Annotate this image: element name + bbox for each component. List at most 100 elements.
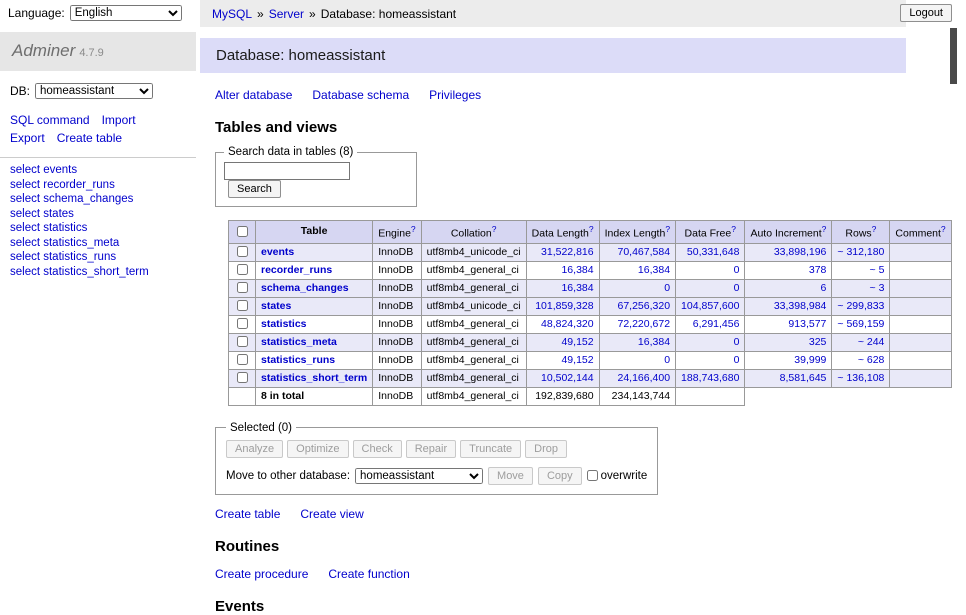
search-button[interactable]: Search <box>228 180 281 198</box>
table-link-recorder_runs[interactable]: recorder_runs <box>261 264 332 276</box>
index-length-link-statistics_short_term[interactable]: 24,166,400 <box>617 372 670 384</box>
auto-increment-link-recorder_runs[interactable]: 378 <box>809 264 827 276</box>
sidebar-link-select-statistics[interactable]: select statistics <box>10 222 87 234</box>
data-free-link-statistics_meta[interactable]: 0 <box>734 336 740 348</box>
optimize-button[interactable]: Optimize <box>287 440 348 458</box>
sidebar-create-table-link[interactable]: Create table <box>57 131 122 145</box>
select-all-checkbox[interactable] <box>237 226 248 237</box>
table-link-statistics[interactable]: statistics <box>261 318 307 330</box>
truncate-button[interactable]: Truncate <box>460 440 521 458</box>
db-select[interactable]: homeassistant <box>35 83 153 99</box>
row-checkbox-schema_changes[interactable] <box>237 282 248 293</box>
sidebar-link-select-schema-changes[interactable]: select schema_changes <box>10 193 133 205</box>
repair-button[interactable]: Repair <box>406 440 456 458</box>
index-length-link-recorder_runs[interactable]: 16,384 <box>638 264 670 276</box>
privileges-link[interactable]: Privileges <box>429 88 481 102</box>
table-link-states[interactable]: states <box>261 300 291 312</box>
data-length-link-statistics_meta[interactable]: 49,152 <box>561 336 593 348</box>
logout-button[interactable]: Logout <box>900 4 952 22</box>
data-free-link-statistics_runs[interactable]: 0 <box>734 354 740 366</box>
row-checkbox-recorder_runs[interactable] <box>237 264 248 275</box>
alter-database-link[interactable]: Alter database <box>215 88 292 102</box>
table-link-statistics_short_term[interactable]: statistics_short_term <box>261 372 367 384</box>
data-length-link-statistics_short_term[interactable]: 10,502,144 <box>541 372 594 384</box>
create-view-link[interactable]: Create view <box>300 507 363 521</box>
move-button[interactable]: Move <box>488 467 533 485</box>
table-link-events[interactable]: events <box>261 246 294 258</box>
move-db-select[interactable]: homeassistant <box>355 468 483 484</box>
create-procedure-link[interactable]: Create procedure <box>215 567 308 581</box>
sql-command-link[interactable]: SQL command <box>10 113 90 127</box>
row-checkbox-statistics_meta[interactable] <box>237 336 248 347</box>
adminer-logo-link[interactable]: Adminer <box>12 41 75 60</box>
rows-link-statistics_runs[interactable]: ~ 628 <box>858 354 885 366</box>
overwrite-checkbox[interactable] <box>587 470 598 481</box>
index-length-link-schema_changes[interactable]: 0 <box>664 282 670 294</box>
index-length-link-statistics[interactable]: 72,220,672 <box>617 318 670 330</box>
export-link[interactable]: Export <box>10 131 45 145</box>
rows-link-statistics_meta[interactable]: ~ 244 <box>858 336 885 348</box>
analyze-button[interactable]: Analyze <box>226 440 283 458</box>
row-checkbox-statistics[interactable] <box>237 318 248 329</box>
rows-link-recorder_runs[interactable]: ~ 5 <box>870 264 885 276</box>
data-free-link-recorder_runs[interactable]: 0 <box>734 264 740 276</box>
auto-increment-link-states[interactable]: 33,398,984 <box>774 300 827 312</box>
data-length-link-recorder_runs[interactable]: 16,384 <box>561 264 593 276</box>
data-free-link-statistics[interactable]: 6,291,456 <box>693 318 740 330</box>
auto-increment-link-events[interactable]: 33,898,196 <box>774 246 827 258</box>
column-help-link[interactable]: ? <box>872 224 877 234</box>
rows-link-statistics[interactable]: ~ 569,159 <box>837 318 884 330</box>
check-button[interactable]: Check <box>353 440 402 458</box>
column-help-link[interactable]: ? <box>492 224 497 234</box>
sidebar-link-select-statistics-runs[interactable]: select statistics_runs <box>10 251 116 263</box>
rows-link-states[interactable]: ~ 299,833 <box>837 300 884 312</box>
data-length-link-events[interactable]: 31,522,816 <box>541 246 594 258</box>
index-length-link-statistics_meta[interactable]: 16,384 <box>638 336 670 348</box>
language-select[interactable]: English <box>70 5 182 21</box>
row-checkbox-events[interactable] <box>237 246 248 257</box>
copy-button[interactable]: Copy <box>538 467 582 485</box>
data-free-link-schema_changes[interactable]: 0 <box>734 282 740 294</box>
data-length-link-schema_changes[interactable]: 16,384 <box>561 282 593 294</box>
breadcrumb-link-server[interactable]: Server <box>269 7 304 21</box>
sidebar-link-select-recorder-runs[interactable]: select recorder_runs <box>10 179 115 191</box>
database-schema-link[interactable]: Database schema <box>312 88 409 102</box>
data-length-link-statistics[interactable]: 48,824,320 <box>541 318 594 330</box>
data-length-link-statistics_runs[interactable]: 49,152 <box>561 354 593 366</box>
search-input[interactable] <box>224 162 350 180</box>
row-checkbox-statistics_short_term[interactable] <box>237 372 248 383</box>
sidebar-link-select-events[interactable]: select events <box>10 164 77 176</box>
sidebar-link-select-statistics-short-term[interactable]: select statistics_short_term <box>10 266 149 278</box>
auto-increment-link-schema_changes[interactable]: 6 <box>821 282 827 294</box>
create-function-link[interactable]: Create function <box>328 567 409 581</box>
index-length-link-statistics_runs[interactable]: 0 <box>664 354 670 366</box>
auto-increment-link-statistics_runs[interactable]: 39,999 <box>794 354 826 366</box>
create-table-link[interactable]: Create table <box>215 507 280 521</box>
sidebar-link-select-statistics-meta[interactable]: select statistics_meta <box>10 237 119 249</box>
data-free-link-statistics_short_term[interactable]: 188,743,680 <box>681 372 739 384</box>
data-free-link-events[interactable]: 50,331,648 <box>687 246 740 258</box>
table-link-statistics_meta[interactable]: statistics_meta <box>261 336 337 348</box>
row-checkbox-states[interactable] <box>237 300 248 311</box>
table-link-schema_changes[interactable]: schema_changes <box>261 282 349 294</box>
data-length-link-states[interactable]: 101,859,328 <box>535 300 593 312</box>
index-length-link-states[interactable]: 67,256,320 <box>617 300 670 312</box>
rows-link-events[interactable]: ~ 312,180 <box>837 246 884 258</box>
column-help-link[interactable]: ? <box>731 224 736 234</box>
auto-increment-link-statistics_meta[interactable]: 325 <box>809 336 827 348</box>
table-link-statistics_runs[interactable]: statistics_runs <box>261 354 335 366</box>
sidebar-link-select-states[interactable]: select states <box>10 208 74 220</box>
auto-increment-link-statistics_short_term[interactable]: 8,581,645 <box>780 372 827 384</box>
rows-link-schema_changes[interactable]: ~ 3 <box>870 282 885 294</box>
drop-button[interactable]: Drop <box>525 440 567 458</box>
column-help-link[interactable]: ? <box>941 224 946 234</box>
column-help-link[interactable]: ? <box>822 224 827 234</box>
rows-link-statistics_short_term[interactable]: ~ 136,108 <box>837 372 884 384</box>
auto-increment-link-statistics[interactable]: 913,577 <box>788 318 826 330</box>
column-help-link[interactable]: ? <box>411 224 416 234</box>
index-length-link-events[interactable]: 70,467,584 <box>617 246 670 258</box>
row-checkbox-statistics_runs[interactable] <box>237 354 248 365</box>
column-help-link[interactable]: ? <box>589 224 594 234</box>
breadcrumb-link-mysql[interactable]: MySQL <box>212 7 252 21</box>
data-free-link-states[interactable]: 104,857,600 <box>681 300 739 312</box>
